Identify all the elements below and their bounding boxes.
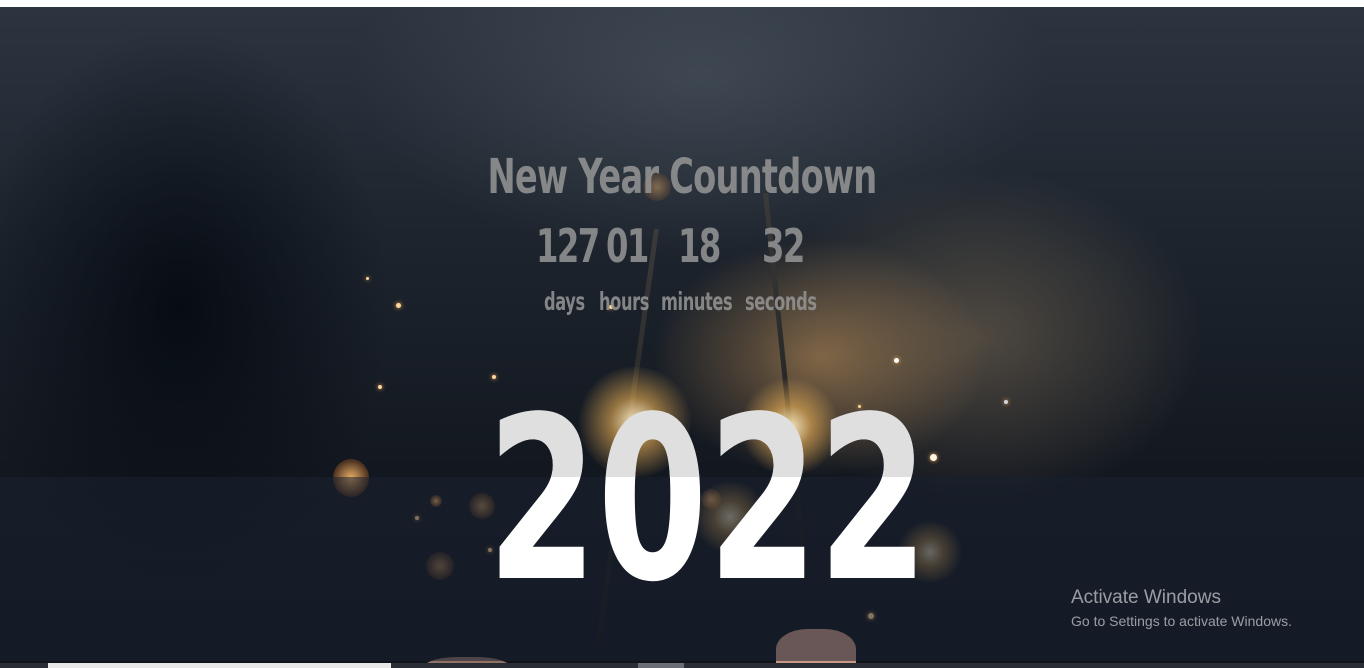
countdown-labels: days hours minutes seconds xyxy=(544,286,864,320)
countdown-values: 127 01 18 32 xyxy=(536,218,856,278)
watermark-subtitle: Go to Settings to activate Windows. xyxy=(1071,613,1292,629)
days-label: days xyxy=(544,287,585,316)
scrollbar-track-marker xyxy=(638,663,684,668)
days-value: 127 xyxy=(536,219,600,273)
seconds-label: seconds xyxy=(745,287,817,316)
horizontal-scrollbar[interactable] xyxy=(0,663,1364,668)
seconds-value: 32 xyxy=(762,219,805,273)
minutes-value: 18 xyxy=(678,219,721,273)
year-banner-upper: 2022 xyxy=(487,388,928,478)
scrollbar-thumb[interactable] xyxy=(48,663,391,668)
activate-windows-watermark: Activate Windows Go to Settings to activ… xyxy=(1071,586,1292,631)
countdown-title: New Year Countdown xyxy=(487,149,877,205)
hours-value: 01 xyxy=(606,219,649,273)
countdown-panel: New Year Countdown 127 01 18 32 days hou… xyxy=(0,146,1364,316)
watermark-title: Activate Windows xyxy=(1071,587,1221,608)
minutes-label: minutes xyxy=(661,287,733,316)
hours-label: hours xyxy=(599,287,650,316)
